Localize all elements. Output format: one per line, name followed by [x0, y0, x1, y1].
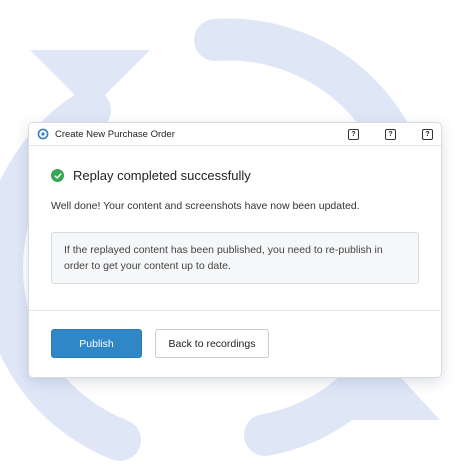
republish-notice: If the replayed content has been publish… [51, 232, 419, 284]
success-check-icon [51, 169, 64, 182]
dialog-actions: Publish Back to recordings [51, 329, 269, 358]
status-row: Replay completed successfully [51, 168, 419, 183]
replay-dialog: Create New Purchase Order ? ? ? Replay c… [28, 122, 442, 378]
help-icon[interactable]: ? [422, 128, 433, 140]
status-title: Replay completed successfully [73, 168, 251, 183]
back-to-recordings-button[interactable]: Back to recordings [155, 329, 269, 358]
dialog-title: Create New Purchase Order [55, 128, 175, 140]
dialog-body: Replay completed successfully Well done!… [29, 168, 441, 284]
app-logo-icon [37, 128, 49, 140]
help-icon[interactable]: ? [385, 128, 396, 140]
dialog-divider [29, 310, 441, 311]
success-message: Well done! Your content and screenshots … [51, 200, 360, 212]
publish-button[interactable]: Publish [51, 329, 142, 358]
dialog-titlebar: Create New Purchase Order ? ? ? [29, 123, 441, 146]
help-icon[interactable]: ? [348, 128, 359, 140]
